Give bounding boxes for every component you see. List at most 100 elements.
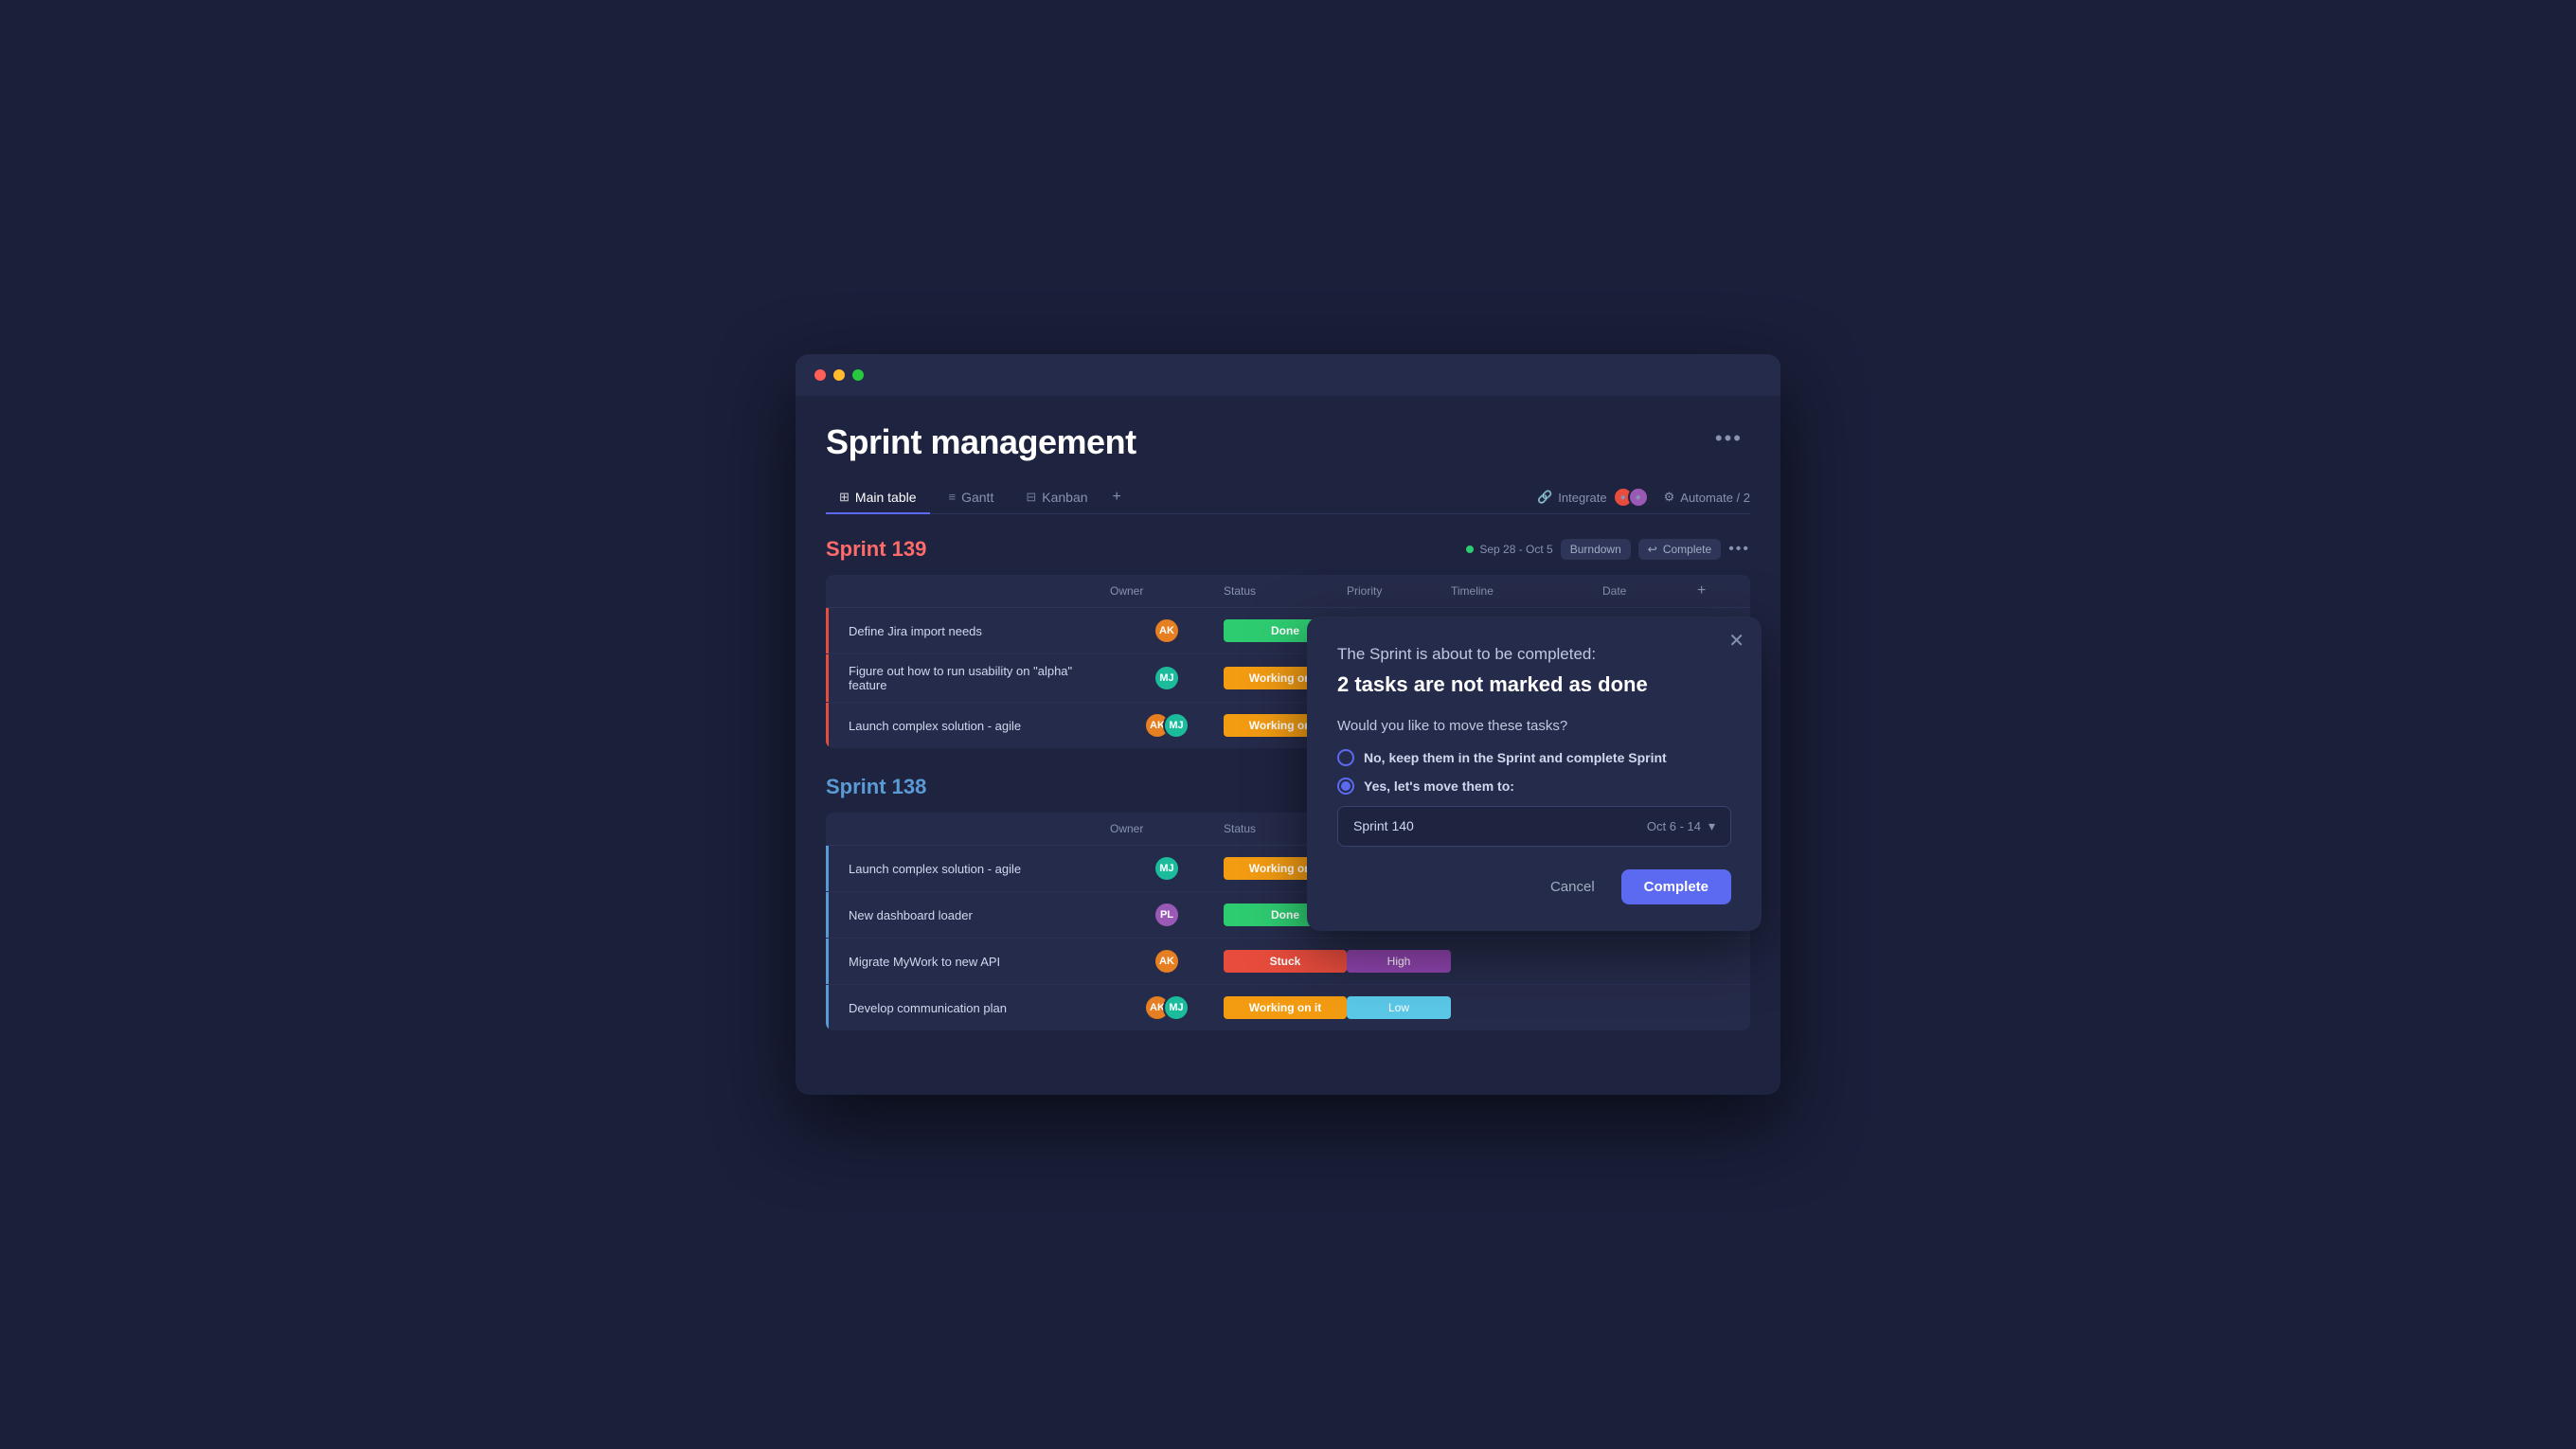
col-priority: Priority [1347,582,1451,599]
sprint-139-date: Sep 28 - Oct 5 [1466,543,1552,556]
status-badge[interactable]: Stuck [1224,950,1347,973]
radio-yes-label: Yes, let's move them to: [1364,778,1514,794]
gantt-icon: ≡ [949,490,957,504]
sprint-139-title: Sprint 139 [826,537,926,562]
complete-button[interactable]: Complete [1621,869,1731,904]
col-timeline: Timeline [1451,582,1602,599]
app-header: Sprint management ••• [826,422,1750,462]
more-options-button[interactable]: ••• [1708,422,1750,455]
owner-cell: AK MJ [1110,994,1224,1021]
sprint-selector-date: Oct 6 - 14 [1647,819,1701,833]
avatar: MJ [1163,712,1190,739]
dialog-question: Would you like to move these tasks? [1337,718,1731,734]
dialog-subtitle: The Sprint is about to be completed: [1337,643,1731,666]
integrate-label: Integrate [1558,491,1606,505]
sprint-139-table-header: Owner Status Priority Timeline Date + [826,575,1750,608]
radio-yes[interactable] [1337,778,1354,795]
owner-cell: AK [1110,948,1224,975]
row-border [826,985,829,1030]
titlebar [796,354,1780,396]
col-owner: Owner [1110,820,1224,837]
sprint-139-meta: Sep 28 - Oct 5 Burndown ↩ Complete ••• [1466,539,1750,560]
table-row: Develop communication plan AK MJ Working… [826,985,1750,1030]
row-border [826,608,829,653]
row-border [826,939,829,984]
app-title: Sprint management [826,422,1136,462]
priority-badge[interactable]: Low [1347,996,1451,1019]
close-button[interactable] [814,369,826,381]
owner-cell: MJ [1110,665,1224,691]
radio-no-label: No, keep them in the Sprint and complete… [1364,750,1667,765]
owner-cell: MJ [1110,855,1224,882]
task-name: Migrate MyWork to new API [841,955,1110,969]
automate-button[interactable]: ⚙ Automate / 2 [1664,490,1750,505]
minimize-button[interactable] [833,369,845,381]
task-name: Launch complex solution - agile [841,862,1110,876]
task-name: Develop communication plan [841,1001,1110,1015]
status-badge[interactable]: Working on it [1224,996,1347,1019]
priority-cell: High [1347,950,1451,973]
active-dot [1466,546,1474,553]
complete-sprint-button[interactable]: ↩ Complete [1638,539,1721,560]
avatar: MJ [1163,994,1190,1021]
integrate-icon: 🔗 [1537,490,1552,505]
sprint-selector-right: Oct 6 - 14 ▾ [1647,818,1715,834]
row-border [826,846,829,891]
add-column-button[interactable]: + [1697,582,1735,599]
avatar-group: AK MJ [1144,994,1190,1021]
tab-gantt-label: Gantt [961,490,993,505]
tab-kanban[interactable]: ⊟ Kanban [1012,482,1100,514]
row-border [826,654,829,702]
chevron-down-icon: ▾ [1708,818,1715,834]
sprint-139-more[interactable]: ••• [1728,541,1750,558]
radio-option-no[interactable]: No, keep them in the Sprint and complete… [1337,749,1731,766]
tab-gantt[interactable]: ≡ Gantt [936,482,1008,514]
main-content: Sprint management ••• ⊞ Main table ≡ Gan… [796,396,1780,1095]
col-name [841,582,1110,599]
owner-cell: AK [1110,617,1224,644]
radio-option-yes[interactable]: Yes, let's move them to: [1337,778,1731,795]
owner-cell: PL [1110,902,1224,928]
col-status: Status [1224,582,1347,599]
row-border [826,892,829,938]
dialog-actions: Cancel Complete [1337,869,1731,904]
complete-sprint-dialog: ✕ The Sprint is about to be completed: 2… [1307,617,1762,930]
maximize-button[interactable] [852,369,864,381]
complete-label: Complete [1663,543,1711,556]
task-name: Launch complex solution - agile [841,719,1110,733]
dialog-close-button[interactable]: ✕ [1728,632,1744,651]
col-owner: Owner [1110,582,1224,599]
avatar: MJ [1154,665,1180,691]
task-name: Define Jira import needs [841,624,1110,638]
cancel-button[interactable]: Cancel [1535,871,1610,903]
integration-avatar-2: ● [1628,487,1649,508]
avatar: PL [1154,902,1180,928]
integrate-button[interactable]: 🔗 Integrate ● ● [1537,487,1649,508]
priority-cell: Low [1347,996,1451,1019]
burndown-button[interactable]: Burndown [1561,539,1631,560]
complete-icon: ↩ [1648,543,1657,556]
automate-label: Automate / 2 [1680,491,1750,505]
sprint-138-title: Sprint 138 [826,775,926,799]
table-row: Migrate MyWork to new API AK Stuck High [826,939,1750,985]
kanban-icon: ⊟ [1026,490,1036,505]
owner-cell: AK MJ [1110,712,1224,739]
app-window: Sprint management ••• ⊞ Main table ≡ Gan… [796,354,1780,1095]
sprint-selector-name: Sprint 140 [1353,818,1414,833]
table-icon: ⊞ [839,490,850,505]
avatar: AK [1154,948,1180,975]
integration-avatars: ● ● [1613,487,1649,508]
avatar: MJ [1154,855,1180,882]
dialog-title: 2 tasks are not marked as done [1337,671,1731,699]
sprint-selector-dropdown[interactable]: Sprint 140 Oct 6 - 14 ▾ [1337,806,1731,847]
tab-bar: ⊞ Main table ≡ Gantt ⊟ Kanban + 🔗 Integr… [826,481,1750,514]
automate-icon: ⚙ [1664,490,1675,505]
radio-no[interactable] [1337,749,1354,766]
priority-badge[interactable]: High [1347,950,1451,973]
tab-main-table[interactable]: ⊞ Main table [826,482,930,514]
add-tab-button[interactable]: + [1107,481,1127,513]
col-name [841,820,1110,837]
status-cell: Working on it [1224,996,1347,1019]
sprint-139-header: Sprint 139 Sep 28 - Oct 5 Burndown ↩ Com… [826,537,1750,562]
sprint-139-date-label: Sep 28 - Oct 5 [1479,543,1552,556]
